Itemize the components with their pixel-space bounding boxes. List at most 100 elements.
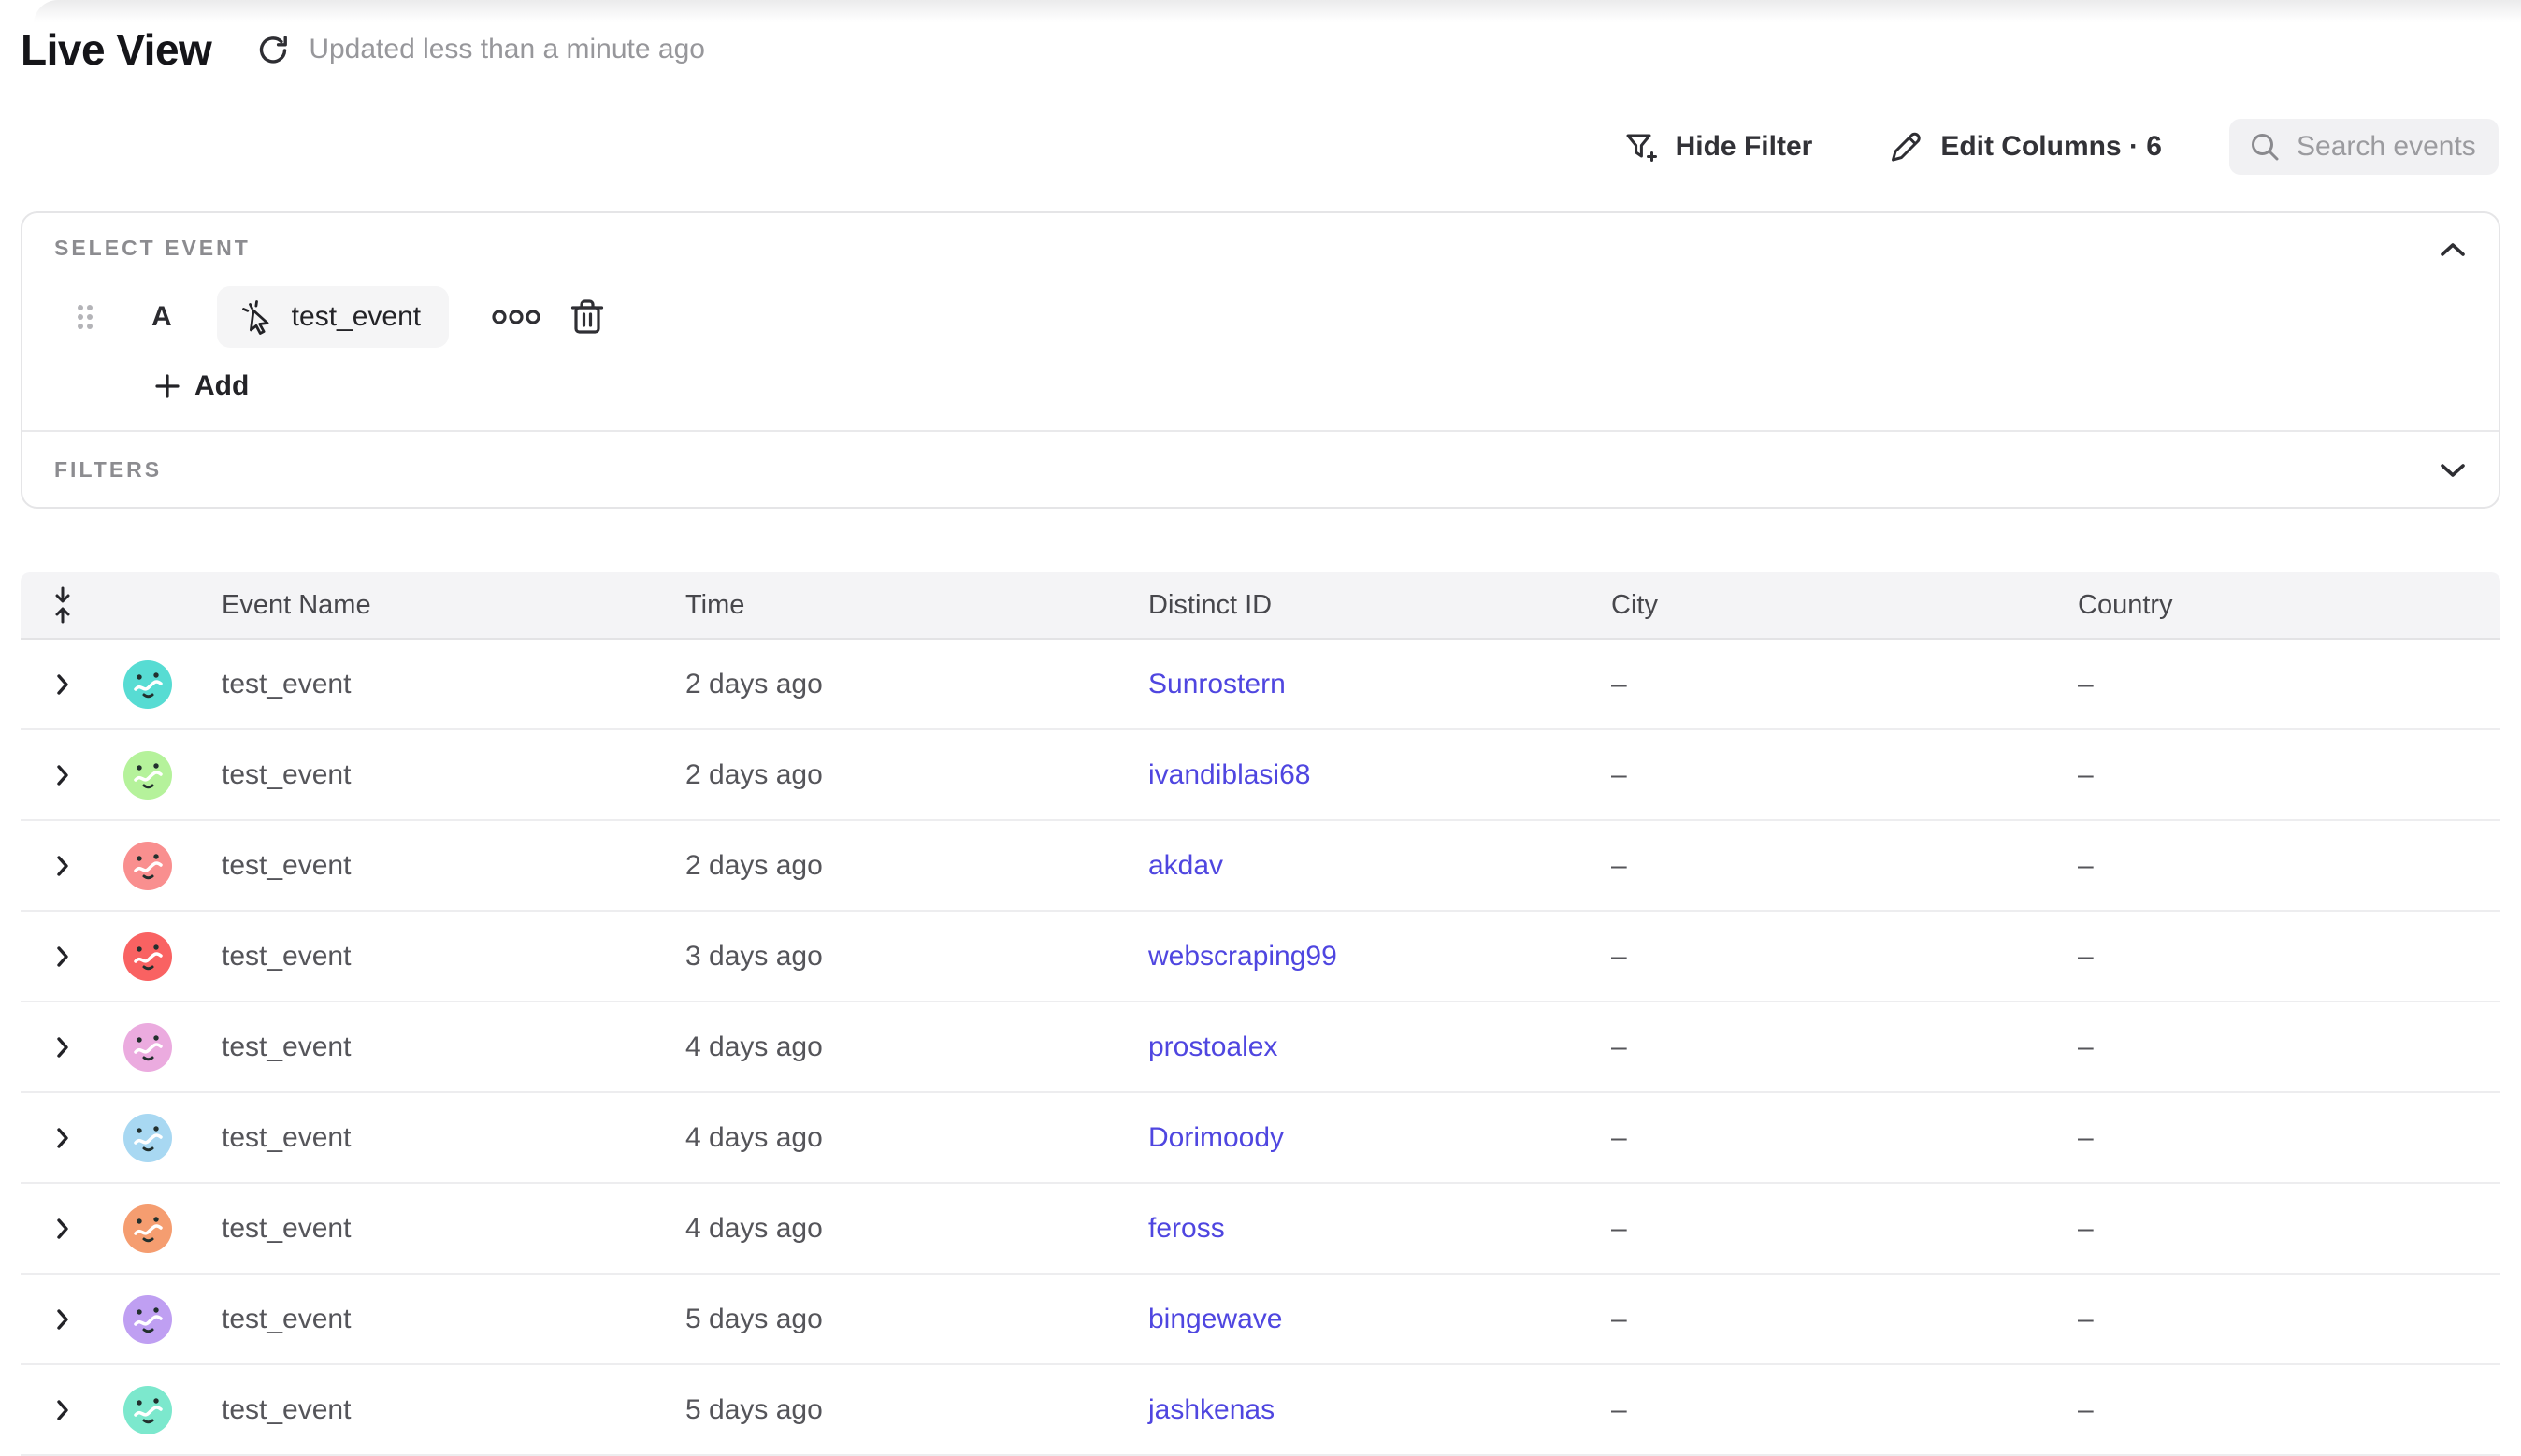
avatar-cell	[105, 1386, 222, 1434]
avatar-cell	[105, 1023, 222, 1072]
search-icon	[2248, 130, 2282, 164]
chevron-right-icon	[55, 1398, 70, 1422]
collapse-rows-button[interactable]	[21, 585, 105, 625]
cell-time: 2 days ago	[685, 669, 1148, 700]
chevron-right-icon	[55, 944, 70, 969]
expand-row-button[interactable]	[21, 763, 105, 787]
table-row[interactable]: test_event 3 days ago webscraping99 – –	[21, 912, 2500, 1002]
cell-time: 3 days ago	[685, 941, 1148, 973]
ellipsis-icon	[491, 308, 541, 326]
table-row[interactable]: test_event 4 days ago Dorimoody – –	[21, 1093, 2500, 1184]
cell-event-name: test_event	[222, 850, 685, 882]
chevron-right-icon	[55, 672, 70, 697]
cell-distinct-id-link[interactable]: Sunrostern	[1148, 669, 1611, 700]
cell-event-name: test_event	[222, 1394, 685, 1426]
table-row[interactable]: test_event 4 days ago feross – –	[21, 1184, 2500, 1275]
trash-icon	[569, 296, 606, 338]
avatar-cell	[105, 932, 222, 981]
chevron-right-icon	[55, 1307, 70, 1332]
column-header-city[interactable]: City	[1611, 590, 2078, 621]
chevron-right-icon	[55, 854, 70, 878]
table-header-row: Event Name Time Distinct ID City Country	[21, 572, 2500, 640]
column-header-country[interactable]: Country	[2078, 590, 2500, 621]
edit-columns-button[interactable]: Edit Columns · 6	[1887, 128, 2162, 166]
cell-country: –	[2078, 759, 2500, 791]
cell-country: –	[2078, 1031, 2500, 1063]
avatar-cell	[105, 660, 222, 709]
drag-handle-icon[interactable]	[75, 298, 97, 336]
cell-city: –	[1611, 941, 2078, 973]
cell-event-name: test_event	[222, 1304, 685, 1335]
expand-row-button[interactable]	[21, 672, 105, 697]
table-row[interactable]: test_event 2 days ago ivandiblasi68 – –	[21, 730, 2500, 821]
avatar	[123, 1114, 172, 1162]
page-title: Live View	[21, 24, 211, 75]
add-button-label: Add	[194, 370, 249, 402]
cell-country: –	[2078, 850, 2500, 882]
cell-distinct-id-link[interactable]: ivandiblasi68	[1148, 759, 1611, 791]
refresh-button[interactable]	[251, 27, 295, 72]
cell-distinct-id-link[interactable]: prostoalex	[1148, 1031, 1611, 1063]
table-row[interactable]: test_event 2 days ago Sunrostern – –	[21, 640, 2500, 730]
cell-city: –	[1611, 669, 2078, 700]
expand-row-button[interactable]	[21, 1398, 105, 1422]
cell-distinct-id-link[interactable]: akdav	[1148, 850, 1611, 882]
page-header: Live View Updated less than a minute ago	[21, 24, 705, 75]
table-row[interactable]: test_event 4 days ago prostoalex – –	[21, 1002, 2500, 1093]
column-header-time[interactable]: Time	[685, 590, 1148, 621]
cell-event-name: test_event	[222, 941, 685, 973]
cell-country: –	[2078, 669, 2500, 700]
search-input[interactable]	[2297, 131, 2484, 163]
cell-distinct-id-link[interactable]: feross	[1148, 1213, 1611, 1245]
filters-label: FILTERS	[54, 457, 162, 483]
add-event-button[interactable]: Add	[153, 370, 249, 402]
cell-time: 4 days ago	[685, 1122, 1148, 1154]
expand-row-button[interactable]	[21, 1307, 105, 1332]
cell-distinct-id-link[interactable]: webscraping99	[1148, 941, 1611, 973]
more-options-button[interactable]	[492, 293, 540, 341]
cell-country: –	[2078, 1304, 2500, 1335]
expand-filters-button[interactable]	[2437, 454, 2469, 486]
cell-distinct-id-link[interactable]: jashkenas	[1148, 1394, 1611, 1426]
cell-event-name: test_event	[222, 669, 685, 700]
column-header-distinct-id[interactable]: Distinct ID	[1148, 590, 1611, 621]
collapse-section-button[interactable]	[2437, 234, 2469, 266]
event-row-letter: A	[151, 301, 172, 333]
avatar-cell	[105, 1114, 222, 1162]
cell-time: 2 days ago	[685, 759, 1148, 791]
avatar	[123, 660, 172, 709]
toolbar: Hide Filter Edit Columns · 6	[1622, 118, 2499, 176]
expand-row-button[interactable]	[21, 944, 105, 969]
cell-distinct-id-link[interactable]: Dorimoody	[1148, 1122, 1611, 1154]
event-row-A: A test_event	[75, 286, 612, 348]
avatar	[123, 1295, 172, 1344]
expand-row-button[interactable]	[21, 854, 105, 878]
search-events-box[interactable]	[2229, 119, 2499, 175]
cell-city: –	[1611, 1394, 2078, 1426]
table-row[interactable]: test_event 2 days ago akdav – –	[21, 821, 2500, 912]
expand-row-button[interactable]	[21, 1126, 105, 1150]
hide-filter-button[interactable]: Hide Filter	[1622, 128, 1813, 166]
avatar	[123, 751, 172, 800]
column-header-event-name[interactable]: Event Name	[222, 590, 685, 621]
plus-icon	[153, 372, 181, 400]
expand-row-button[interactable]	[21, 1035, 105, 1060]
chevron-right-icon	[55, 1126, 70, 1150]
table-row[interactable]: test_event 5 days ago bingewave – –	[21, 1275, 2500, 1365]
cell-distinct-id-link[interactable]: bingewave	[1148, 1304, 1611, 1335]
content-sheet-top-shadow	[34, 0, 2521, 24]
collapse-vertical-icon	[50, 585, 75, 625]
avatar	[123, 1023, 172, 1072]
expand-row-button[interactable]	[21, 1217, 105, 1241]
event-selector-button[interactable]: test_event	[217, 286, 449, 348]
cell-city: –	[1611, 1122, 2078, 1154]
filters-section: FILTERS	[22, 430, 2499, 507]
delete-event-button[interactable]	[563, 293, 612, 341]
cursor-click-icon	[239, 298, 277, 336]
chevron-right-icon	[55, 763, 70, 787]
last-updated-text: Updated less than a minute ago	[309, 34, 705, 65]
cell-city: –	[1611, 1031, 2078, 1063]
table-row[interactable]: test_event 5 days ago jashkenas – –	[21, 1365, 2500, 1456]
cell-city: –	[1611, 759, 2078, 791]
cell-time: 4 days ago	[685, 1031, 1148, 1063]
